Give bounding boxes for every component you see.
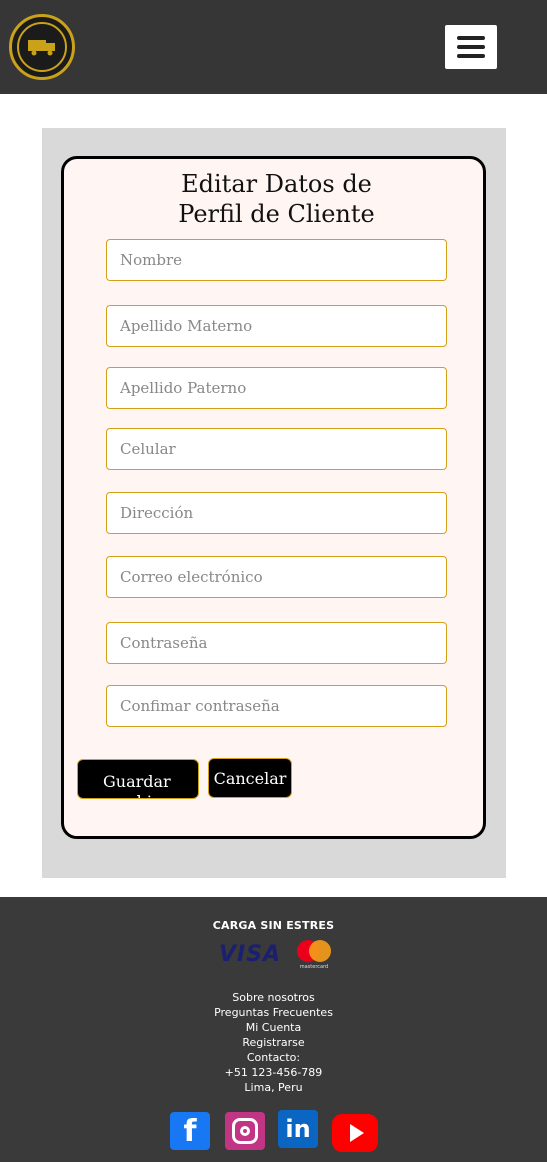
cancel-button[interactable]: Cancelar [208,758,292,798]
save-button[interactable]: Guardar cambios [77,759,199,799]
register-link[interactable]: Registrarse [0,1035,547,1050]
email-input[interactable] [106,556,447,598]
direccion-input[interactable] [106,492,447,534]
linkedin-icon[interactable]: in [278,1110,318,1148]
password-input[interactable] [106,622,447,664]
facebook-glyph: f [183,1113,197,1149]
contact-location: Lima, Peru [244,1081,303,1094]
contact-label: Contacto: [246,1051,301,1064]
about-link[interactable]: Sobre nosotros [0,990,547,1005]
form-title-line2: Perfil de Cliente [178,200,375,228]
nombre-input[interactable] [106,239,447,281]
site-header [0,0,547,94]
footer-brand: CARGA SIN ESTRES [212,919,335,932]
apellido-paterno-input[interactable] [106,367,447,409]
form-title-line1: Editar Datos de [181,170,372,198]
contact-phone: +51 123-456-789 [224,1066,323,1079]
faq-link[interactable]: Preguntas Frecuentes [0,1005,547,1020]
hamburger-menu-button[interactable] [445,25,497,69]
hamburger-menu-icon [457,36,485,40]
celular-input[interactable] [106,428,447,470]
footer-links: Sobre nosotros Preguntas Frecuentes Mi C… [0,990,547,1095]
form-title: Editar Datos de Perfil de Cliente [64,169,489,229]
apellido-materno-input[interactable] [106,305,447,347]
mastercard-label: mastercard [299,964,329,970]
youtube-icon[interactable] [332,1114,378,1152]
instagram-icon[interactable] [225,1112,265,1150]
site-footer: CARGA SIN ESTRES VISA mastercard Sobre n… [0,897,547,1162]
visa-logo: VISA [219,942,282,967]
facebook-icon[interactable]: f [170,1112,210,1150]
carga-sin-estres-logo[interactable] [9,14,75,80]
edit-profile-card: Editar Datos de Perfil de Cliente [61,156,486,839]
account-link[interactable]: Mi Cuenta [0,1020,547,1035]
truck-icon [17,22,67,72]
mastercard-logo: mastercard [297,940,331,972]
confirm-password-input[interactable] [106,685,447,727]
linkedin-glyph: in [285,1115,311,1143]
